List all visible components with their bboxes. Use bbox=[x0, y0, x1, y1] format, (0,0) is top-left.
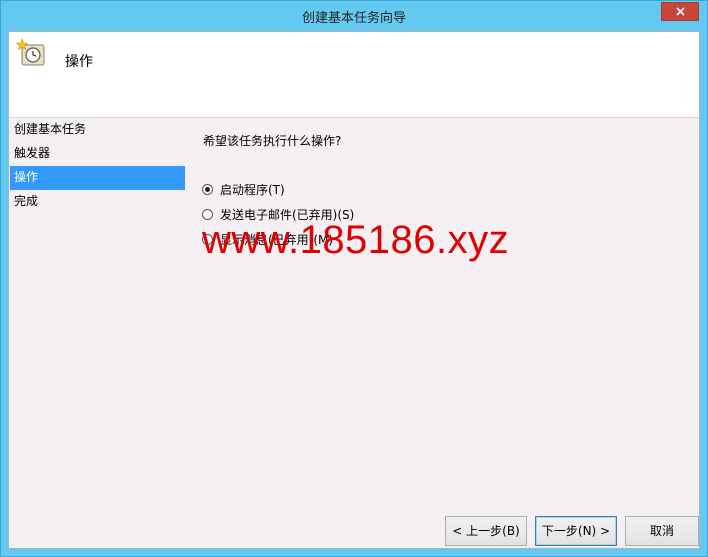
watermark-text: www.185186.xyz bbox=[202, 218, 510, 262]
radio-button[interactable] bbox=[202, 184, 213, 195]
close-icon bbox=[676, 7, 685, 16]
window-title: 创建基本任务向导 bbox=[301, 11, 406, 26]
wizard-header: 操作 bbox=[9, 32, 699, 118]
action-question: 希望该任务执行什么操作? bbox=[203, 134, 342, 148]
next-button[interactable]: 下一步(N) > bbox=[535, 516, 617, 546]
wizard-window: 创建基本任务向导 操作 创建基本任务 触发器 操作 完成 希望该任务执行什么操作… bbox=[0, 0, 708, 557]
task-scheduler-clock-icon bbox=[16, 38, 45, 66]
step-finish[interactable]: 完成 bbox=[10, 190, 185, 214]
back-button[interactable]: < 上一步(B) bbox=[445, 516, 527, 546]
page-title: 操作 bbox=[65, 54, 93, 70]
step-trigger[interactable]: 触发器 bbox=[10, 142, 185, 166]
wizard-steps-list: 创建基本任务 触发器 操作 完成 bbox=[9, 118, 191, 214]
close-button[interactable] bbox=[661, 2, 699, 21]
step-action[interactable]: 操作 bbox=[10, 166, 185, 190]
cancel-button[interactable]: 取消 bbox=[625, 516, 699, 546]
title-bar[interactable]: 创建基本任务向导 bbox=[1, 1, 707, 31]
wizard-client-area: 操作 创建基本任务 触发器 操作 完成 希望该任务执行什么操作? 启动程序(T)… bbox=[8, 31, 700, 549]
radio-start-program[interactable]: 启动程序(T) bbox=[202, 183, 354, 208]
radio-label: 启动程序(T) bbox=[220, 183, 285, 197]
step-create-basic-task[interactable]: 创建基本任务 bbox=[10, 118, 185, 142]
